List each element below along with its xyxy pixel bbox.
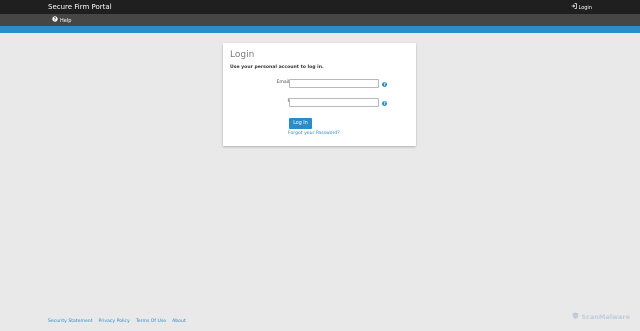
login-link[interactable]: Login (571, 3, 593, 12)
footer-link-security-statement[interactable]: Security Statement (48, 319, 93, 325)
login-card: Login Use your personal account to log i… (223, 43, 416, 146)
footer-link-privacy-policy[interactable]: Privacy Policy (99, 319, 130, 325)
brand-title[interactable]: Secure Firm Portal (48, 2, 112, 12)
help-link-label: Help (60, 17, 72, 24)
login-subtitle: Use your personal account to log in. (230, 65, 324, 70)
log-in-button[interactable]: Log In (289, 118, 312, 129)
watermark-text: ScanMalware (581, 312, 630, 321)
top-navbar: Secure Firm Portal Login (0, 0, 640, 14)
footer-links: Security Statement Privacy Policy Terms … (48, 319, 186, 325)
accent-bar (0, 26, 640, 33)
footer-link-about[interactable]: About (172, 319, 186, 325)
sign-in-icon (571, 3, 577, 12)
email-info-icon[interactable]: ? (382, 82, 387, 87)
login-link-label: Login (578, 4, 593, 11)
footer-link-terms-of-use[interactable]: Terms Of Use (136, 319, 166, 325)
password-field[interactable] (289, 98, 379, 107)
help-circle-icon: ? (52, 16, 58, 25)
forgot-password-link[interactable]: Forgot your Password? (288, 131, 340, 137)
secondary-navbar: ? Help (0, 14, 640, 26)
email-field[interactable] (289, 79, 379, 88)
watermark: ScanMalware (572, 312, 630, 321)
password-info-icon[interactable]: ? (382, 101, 387, 106)
login-title: Login (230, 50, 255, 60)
scanmalware-logo-icon (572, 312, 579, 321)
help-link[interactable]: ? Help (52, 16, 71, 25)
